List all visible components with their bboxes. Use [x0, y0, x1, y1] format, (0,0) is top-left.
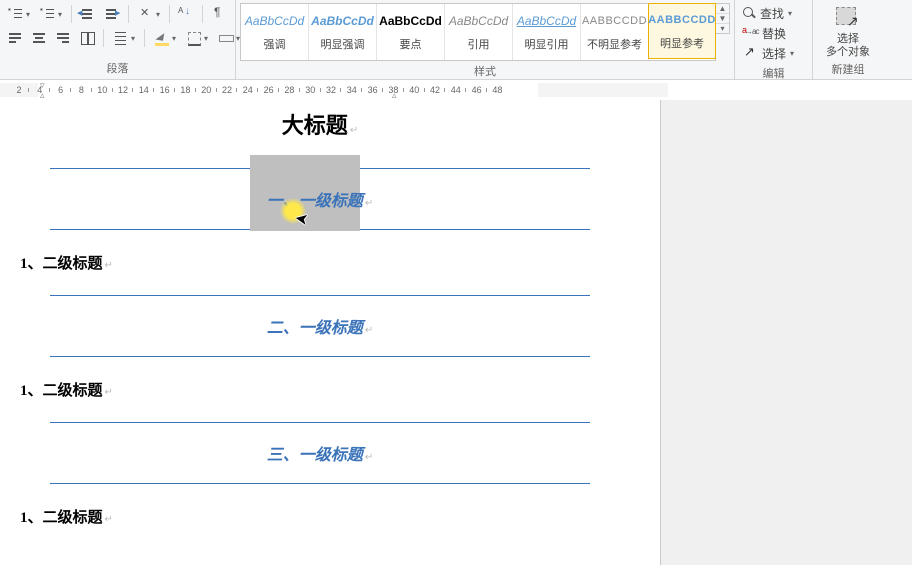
page-background [660, 100, 912, 565]
paragraph-mark-button[interactable] [208, 3, 230, 25]
gallery-down-icon[interactable]: ▼ [716, 14, 729, 24]
style-label: 明显参考 [660, 35, 704, 51]
align-justify-button[interactable] [76, 27, 98, 49]
ruler-tick: 10 [97, 83, 107, 97]
ruler-tick: 38 [388, 83, 398, 97]
ruler-tick: 24 [243, 83, 253, 97]
style-preview: AABBCCDD [582, 12, 647, 30]
ruler-tick: 22 [222, 83, 232, 97]
group-styles: AaBbCcDd强调AaBbCcDd明显强调AaBbCcDd要点AaBbCcDd… [236, 0, 735, 79]
heading1-block: 一、一级标题 [50, 168, 590, 230]
ruler-tick: 28 [284, 83, 294, 97]
style-preview: AaBbCcDd [245, 12, 304, 30]
find-button[interactable]: 查找 ▾ [739, 3, 795, 23]
style-item-明显参考[interactable]: AABBCCDD 明显参考 [648, 3, 716, 59]
ruler-tick: 48 [492, 83, 502, 97]
style-item-不明显参考[interactable]: AABBCCDD 不明显参考 [581, 4, 649, 60]
outdent-button[interactable] [77, 3, 99, 25]
style-label: 强调 [264, 36, 286, 52]
ruler-tick: 42 [430, 83, 440, 97]
borders-button[interactable] [182, 27, 212, 49]
style-label: 明显强调 [321, 36, 365, 52]
select-multiple-objects-button[interactable]: 选择多个对象 [817, 3, 879, 59]
align-left-button[interactable] [4, 27, 26, 49]
ruler-tick: 34 [347, 83, 357, 97]
document-area: 大标题一、一级标题1、二级标题二、一级标题1、二级标题三、一级标题1、二级标题 … [0, 100, 912, 565]
ruler-tick: 4 [35, 83, 45, 97]
style-label: 不明显参考 [587, 36, 642, 52]
document-title[interactable]: 大标题 [240, 108, 400, 140]
style-label: 引用 [468, 36, 490, 52]
ruler-tick: 40 [409, 83, 419, 97]
group-newgroup-label: 新建组 [817, 59, 879, 80]
heading2-text[interactable]: 1、二级标题 [20, 379, 620, 400]
align-right-button[interactable] [52, 27, 74, 49]
style-label: 要点 [400, 36, 422, 52]
style-item-明显引用[interactable]: AaBbCcDd 明显引用 [513, 4, 581, 60]
ruler-tick: 16 [160, 83, 170, 97]
style-item-明显强调[interactable]: AaBbCcDd 明显强调 [309, 4, 377, 60]
heading2-text[interactable]: 1、二级标题 [20, 506, 620, 527]
gallery-up-icon[interactable]: ▲ [716, 4, 729, 14]
find-icon [742, 6, 756, 20]
ruler-tick: 46 [472, 83, 482, 97]
ruler-tick: 32 [326, 83, 336, 97]
heading1-text[interactable]: 三、一级标题 [50, 423, 590, 483]
replace-button[interactable]: 替换 [739, 23, 789, 43]
heading1-text[interactable]: 一、一级标题 [50, 169, 590, 229]
group-paragraph-label: 段落 [4, 58, 231, 79]
gallery-more-icon[interactable]: ▾ [716, 24, 729, 33]
ribbon: 段落 AaBbCcDd强调AaBbCcDd明显强调AaBbCcDd要点AaBbC… [0, 0, 912, 80]
heading2-text[interactable]: 1、二级标题 [20, 252, 620, 273]
horizontal-ruler[interactable]: ▿ ▵ ▵ 2468101214161820222426283032343638… [0, 80, 912, 100]
style-preview: AaBbCcDd [517, 12, 576, 30]
style-label: 明显引用 [525, 36, 569, 52]
ruler-tick: 2 [14, 83, 24, 97]
bullets-button[interactable] [4, 3, 34, 25]
styles-gallery-scroll[interactable]: ▲ ▼ ▾ [716, 3, 730, 34]
style-preview: AaBbCcDd [311, 12, 374, 30]
style-item-引用[interactable]: AaBbCcDd 引用 [445, 4, 513, 60]
ruler-tick: 12 [118, 83, 128, 97]
group-paragraph: 段落 [0, 0, 236, 79]
styles-gallery[interactable]: AaBbCcDd强调AaBbCcDd明显强调AaBbCcDd要点AaBbCcDd… [240, 3, 716, 61]
cursor-icon [742, 46, 758, 60]
style-item-强调[interactable]: AaBbCcDd 强调 [241, 4, 309, 60]
group-editing: 查找 ▾ 替换 选择 ▾ 编辑 [735, 0, 813, 79]
ruler-tick: 6 [56, 83, 66, 97]
replace-icon [742, 26, 758, 40]
indent-button[interactable] [101, 3, 123, 25]
style-preview: AABBCCDD [648, 11, 716, 29]
ruler-tick: 14 [139, 83, 149, 97]
select-objects-icon [834, 5, 862, 31]
ruler-tick: 26 [264, 83, 274, 97]
group-styles-label: 样式 [240, 61, 730, 82]
ruler-tick: 18 [180, 83, 190, 97]
numbering-button[interactable] [36, 3, 66, 25]
ruler-tick: 8 [76, 83, 86, 97]
ruler-settings-button[interactable] [134, 3, 164, 25]
shading-button[interactable] [150, 27, 180, 49]
style-preview: AaBbCcDd [379, 12, 442, 30]
align-center-button[interactable] [28, 27, 50, 49]
style-preview: AaBbCcDd [449, 12, 508, 30]
ruler-tick: 36 [368, 83, 378, 97]
ruler-tick: 20 [201, 83, 211, 97]
sort-button[interactable] [175, 3, 197, 25]
tabs-button[interactable] [214, 27, 244, 49]
ruler-tick: 44 [451, 83, 461, 97]
heading1-block: 二、一级标题 [50, 295, 590, 357]
style-item-要点[interactable]: AaBbCcDd 要点 [377, 4, 445, 60]
heading1-text[interactable]: 二、一级标题 [50, 296, 590, 356]
select-button[interactable]: 选择 ▾ [739, 43, 797, 63]
heading1-block: 三、一级标题 [50, 422, 590, 484]
ruler-tick: 30 [305, 83, 315, 97]
document-page[interactable]: 大标题一、一级标题1、二级标题二、一级标题1、二级标题三、一级标题1、二级标题 [0, 100, 660, 565]
group-newgroup: 选择多个对象 新建组 [813, 0, 883, 79]
line-spacing-button[interactable] [109, 27, 139, 49]
